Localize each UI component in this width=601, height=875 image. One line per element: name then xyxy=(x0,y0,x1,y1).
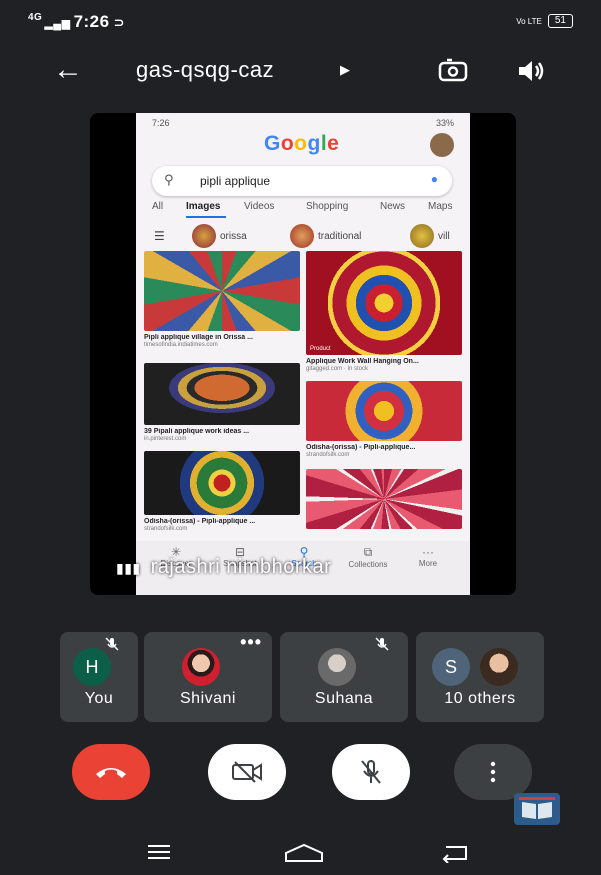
chip-traditional: traditional xyxy=(290,224,361,248)
avatar xyxy=(318,648,356,686)
google-tabs: All Images Videos Shopping News Maps xyxy=(152,199,470,219)
chip-thumbnail xyxy=(410,224,434,248)
switch-camera-icon[interactable] xyxy=(436,56,470,86)
result-image xyxy=(144,363,300,425)
more-options-button[interactable] xyxy=(454,744,532,800)
participant-name: Shivani xyxy=(180,690,236,707)
audio-level-icon: ▮▮▮ xyxy=(116,560,141,576)
image-result: Odisha-(orissa) - Pipli-applique... stra… xyxy=(306,381,462,458)
phone-status-time: 7:26 xyxy=(152,118,170,128)
chip-orissa: orissa xyxy=(192,224,247,248)
tab-news: News xyxy=(380,201,406,212)
phone-status-battery: 33% xyxy=(435,118,454,128)
image-result: Pipli applique village in Orissa ... tim… xyxy=(144,251,300,348)
result-image xyxy=(306,381,462,441)
signal-indicator: 4G xyxy=(28,12,43,24)
speaker-icon[interactable] xyxy=(514,56,548,86)
camera-toggle-button[interactable] xyxy=(208,744,286,800)
result-image xyxy=(306,469,462,529)
product-tag: Product xyxy=(310,346,331,352)
back-arrow-icon[interactable]: ← xyxy=(53,52,83,88)
google-logo: Google xyxy=(264,132,340,155)
system-navigation-bar xyxy=(8,835,593,875)
nav-more: ··· More xyxy=(406,545,450,568)
chip-vill: vill xyxy=(410,224,450,248)
image-result xyxy=(306,469,462,529)
tab-images: Images xyxy=(186,201,221,212)
volte-indicator: Vo LTE xyxy=(516,16,542,26)
tab-all: All xyxy=(152,201,164,212)
more-options-icon[interactable]: ••• xyxy=(240,632,262,653)
search-icon: ⚲ xyxy=(164,172,174,187)
avatar xyxy=(182,648,220,686)
recent-apps-icon[interactable] xyxy=(146,843,172,866)
result-image xyxy=(144,251,300,331)
presenter-label: ▮▮▮ rajashri nimbhorkar xyxy=(116,556,331,579)
more-vertical-icon xyxy=(490,761,496,783)
end-call-button[interactable] xyxy=(72,744,150,800)
result-image: Product xyxy=(306,251,462,355)
avatar: S xyxy=(432,648,470,686)
participant-name: 10 others xyxy=(444,690,516,707)
meeting-code[interactable]: gas-qsqg-caz xyxy=(136,57,274,83)
result-image xyxy=(144,451,300,515)
image-result: Product Applique Work Wall Hanging On...… xyxy=(306,251,462,372)
filter-icon: ☰ xyxy=(154,229,165,243)
camera-off-icon xyxy=(232,761,262,783)
avatar: H xyxy=(73,648,111,686)
image-results-grid: Pipli applique village in Orissa ... tim… xyxy=(144,251,462,541)
battery-icon: 51 xyxy=(547,14,573,28)
participant-tile-others[interactable]: S 10 others xyxy=(416,632,544,722)
shared-screen[interactable]: 7:26 33% Google ⚲ pipli applique ● All I… xyxy=(90,113,516,595)
shared-phone-screen: 7:26 33% Google ⚲ pipli applique ● All I… xyxy=(136,113,470,595)
participant-name: Suhana xyxy=(314,690,374,707)
mic-icon: ● xyxy=(430,172,438,186)
presenter-name: rajashri nimbhorkar xyxy=(150,556,332,578)
active-tab-underline xyxy=(186,216,226,218)
collections-icon: ⧉ xyxy=(363,545,373,559)
google-search-box: ⚲ pipli applique ● xyxy=(152,166,452,196)
tab-shopping: Shopping xyxy=(306,201,349,212)
image-result: Odisha-(orissa) - Pipli-applique ... str… xyxy=(144,451,300,532)
meeting-details-arrow-icon[interactable]: ▶ xyxy=(340,62,350,78)
participant-name: You xyxy=(84,690,114,707)
book-overlay-icon[interactable] xyxy=(514,793,560,825)
mic-off-icon xyxy=(361,760,381,784)
status-time: 7:26 xyxy=(73,12,110,31)
google-account-avatar xyxy=(430,133,454,157)
chip-thumbnail xyxy=(290,224,314,248)
meeting-header: ← gas-qsqg-caz ▶ xyxy=(8,44,593,100)
cast-icon: ⊃ xyxy=(113,15,125,30)
nav-collections: ⧉ Collections xyxy=(346,545,390,569)
tab-maps: Maps xyxy=(428,201,453,212)
status-bar: 4G▂▄▆ 7:26 ⊃ Vo LTE 51 xyxy=(8,6,593,40)
mic-off-icon xyxy=(374,636,390,655)
mic-off-icon xyxy=(104,636,120,655)
home-icon[interactable] xyxy=(284,843,324,868)
participant-tile-suhana[interactable]: Suhana xyxy=(280,632,408,722)
more-horizontal-icon: ··· xyxy=(422,545,434,559)
avatar xyxy=(480,648,518,686)
participant-tile-you[interactable]: H You xyxy=(60,632,138,722)
tab-videos: Videos xyxy=(244,201,275,212)
signal-bars-icon: ▂▄▆ xyxy=(44,18,71,30)
filter-chips: ☰ orissa traditional vill xyxy=(152,223,470,249)
chip-thumbnail xyxy=(192,224,216,248)
phone-hangup-icon xyxy=(96,768,126,778)
image-result: 39 Pipali applique work ideas ... in.pin… xyxy=(144,363,300,442)
participant-tile-shivani[interactable]: ••• Shivani xyxy=(144,632,272,722)
mic-toggle-button[interactable] xyxy=(332,744,410,800)
back-nav-icon[interactable] xyxy=(440,843,470,868)
search-query: pipli applique xyxy=(200,174,271,188)
